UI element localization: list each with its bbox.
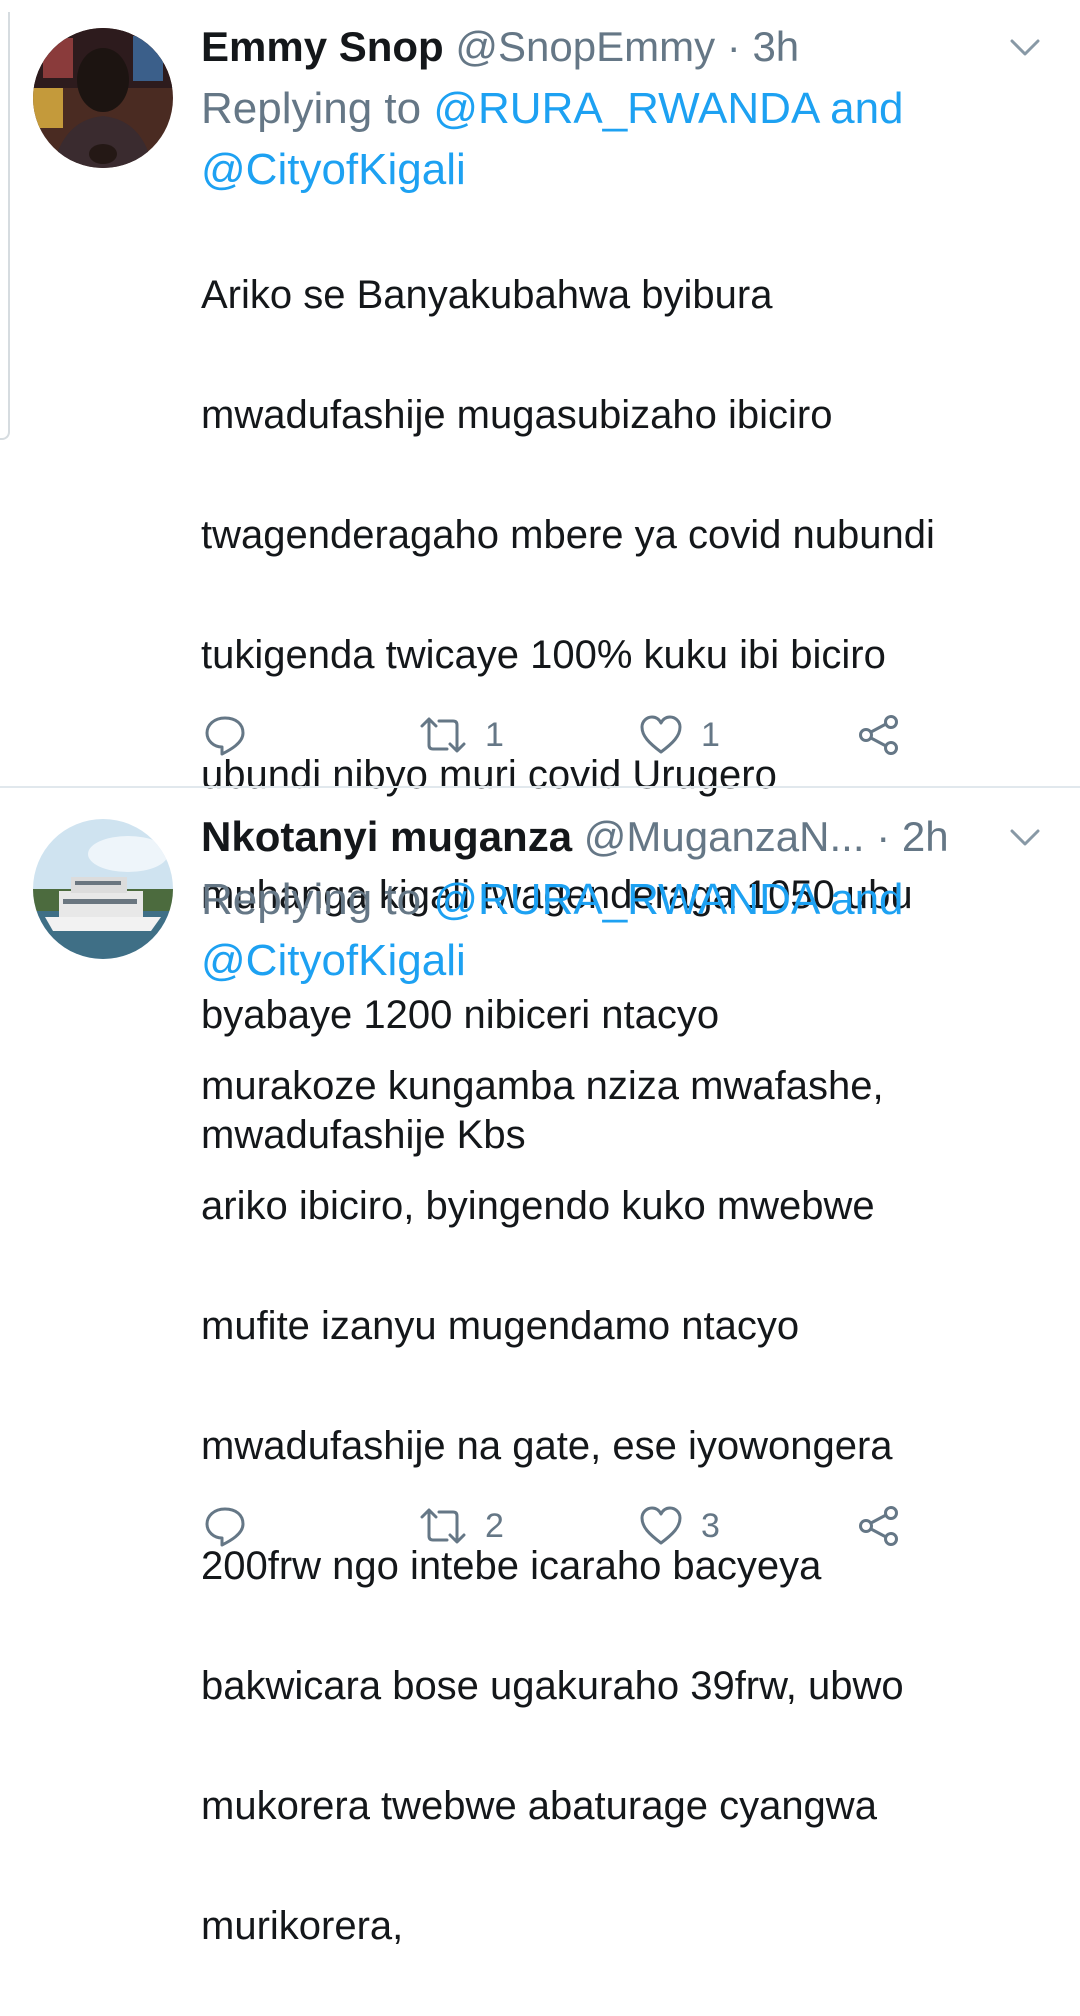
retweet-icon	[420, 1508, 466, 1544]
share-button[interactable]	[857, 710, 901, 760]
avatar[interactable]	[33, 28, 173, 168]
like-button[interactable]: 3	[639, 1501, 720, 1551]
timestamp[interactable]: 3h	[752, 23, 799, 70]
chevron-down-icon[interactable]	[1008, 30, 1042, 64]
chevron-down-icon[interactable]	[1008, 820, 1042, 854]
user-handle[interactable]: @SnopEmmy	[455, 23, 715, 70]
reply-icon	[205, 716, 245, 756]
tweet-text-line: twagenderagaho mbere ya covid nubundi	[201, 513, 935, 557]
share-button[interactable]	[857, 1501, 901, 1551]
tweet-header: Emmy Snop @SnopEmmy · 3h	[201, 17, 1010, 77]
tweet-actions: 1 1	[201, 710, 941, 760]
tweet-actions: 2 3	[201, 1501, 941, 1551]
retweet-count: 2	[485, 1506, 504, 1545]
tweet-text-line: mukorera twebwe abaturage cyangwa	[201, 1784, 877, 1828]
tweet-text-line: tukigenda twicaye 100% kuku ibi biciro	[201, 633, 886, 677]
mention-and: and	[817, 84, 904, 133]
mention-link[interactable]: @RURA_RWANDA	[433, 875, 818, 924]
reply-button[interactable]	[203, 1501, 247, 1551]
tweet[interactable]: Emmy Snop @SnopEmmy · 3h Replying to @RU…	[0, 0, 1080, 1157]
user-handle[interactable]: @MuganzaN...	[584, 813, 865, 860]
mention-link[interactable]: @CityofKigali	[201, 936, 466, 985]
mention-link[interactable]: @CityofKigali	[201, 145, 466, 194]
retweet-button[interactable]: 1	[419, 710, 504, 760]
replying-to-label: Replying to	[201, 875, 434, 924]
mention-link[interactable]: @RURA_RWANDA	[433, 84, 818, 133]
heart-icon	[640, 715, 682, 754]
tweet[interactable]: Nkotanyi muganza @MuganzaN... · 2h Reply…	[0, 790, 1080, 1948]
avatar[interactable]	[33, 819, 173, 959]
tweet-text-line: murakoze kungamba nziza mwafashe,	[201, 1064, 884, 1108]
tweet-text-line: Ariko se Banyakubahwa byibura	[201, 273, 773, 317]
display-name[interactable]: Emmy Snop	[201, 23, 444, 70]
tweet-text-line: mwadufashije na gate, ese iyowongera	[201, 1424, 893, 1468]
tweet-divider	[0, 786, 1080, 788]
avatar-photo-person	[33, 28, 173, 168]
avatar-photo-boat	[33, 819, 173, 959]
share-icon	[859, 1506, 898, 1546]
tweet-text-line: murikorera,	[201, 1904, 404, 1948]
separator: ·	[726, 23, 741, 70]
retweet-count: 1	[485, 715, 504, 754]
reply-icon	[205, 1507, 245, 1547]
tweet-text-line: mufite izanyu mugendamo ntacyo	[201, 1304, 800, 1348]
reply-button[interactable]	[203, 710, 247, 760]
tweet-text-line: mwadufashije mugasubizaho ibiciro	[201, 393, 833, 437]
like-count: 1	[701, 715, 720, 754]
replying-to: Replying to @RURA_RWANDA and @CityofKiga…	[201, 869, 1061, 991]
retweet-button[interactable]: 2	[419, 1501, 504, 1551]
heart-icon	[640, 1506, 682, 1545]
tweet-text-line: ariko ibiciro, byingendo kuko mwebwe	[201, 1184, 875, 1228]
separator: ·	[876, 813, 891, 860]
tweet-text-line: bakwicara bose ugakuraho 39frw, ubwo	[201, 1664, 904, 1708]
retweet-icon	[420, 717, 466, 753]
like-button[interactable]: 1	[639, 710, 720, 760]
share-icon	[859, 715, 898, 755]
display-name[interactable]: Nkotanyi muganza	[201, 813, 572, 860]
timestamp[interactable]: 2h	[902, 813, 949, 860]
tweet-header: Nkotanyi muganza @MuganzaN... · 2h	[201, 807, 1010, 867]
replying-to-label: Replying to	[201, 84, 434, 133]
replying-to: Replying to @RURA_RWANDA and @CityofKiga…	[201, 78, 1061, 200]
mention-and: and	[817, 875, 904, 924]
like-count: 3	[701, 1506, 720, 1545]
